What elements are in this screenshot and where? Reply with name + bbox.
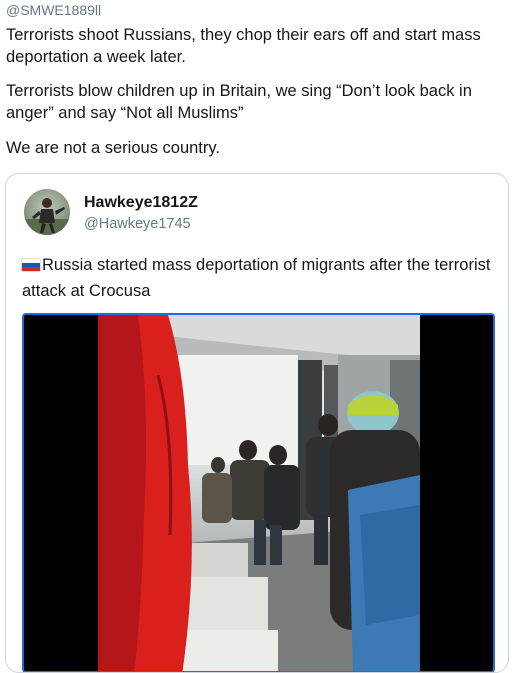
- avatar-image: [24, 198, 70, 235]
- tweet-text-paragraph-3: We are not a serious country.: [6, 139, 220, 157]
- video-still-image: [98, 315, 420, 671]
- avatar[interactable]: [24, 189, 70, 235]
- quoted-tweet-handle[interactable]: @Hawkeye1745: [84, 216, 191, 232]
- quoted-tweet-text-block: Russia started mass deportation of migra…: [22, 252, 492, 304]
- quoted-tweet-card[interactable]: Hawkeye1812Z @Hawkeye1745 Russia started…: [5, 173, 509, 673]
- quoted-tweet-display-name[interactable]: Hawkeye1812Z: [84, 194, 198, 212]
- video-player[interactable]: [22, 313, 495, 672]
- video-frame[interactable]: [98, 315, 420, 671]
- russia-flag-icon: [22, 259, 40, 271]
- tweet-author-handle[interactable]: @SMWE1889ll: [6, 2, 101, 18]
- tweet-text-paragraph-2: Terrorists blow children up in Britain, …: [6, 82, 472, 122]
- quoted-tweet-text: Russia started mass deportation of migra…: [22, 256, 491, 300]
- tweet-text-paragraph-1: Terrorists shoot Russians, they chop the…: [6, 26, 481, 66]
